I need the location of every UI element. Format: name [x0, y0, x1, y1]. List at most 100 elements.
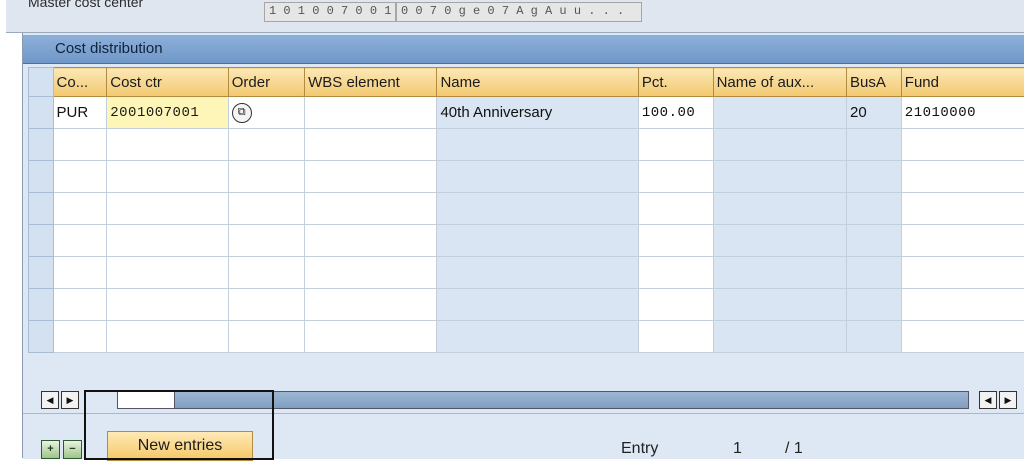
column-header-name-of-aux[interactable]: Name of aux... [712, 67, 848, 97]
empty-cell[interactable] [900, 256, 1024, 289]
horizontal-scrollbar[interactable]: ◀ ▶ ◀ ▶ [41, 390, 1023, 410]
table-header-row: Co... Cost ctr Order WBS element Name Pc… [28, 67, 1024, 97]
column-header-pct[interactable]: Pct. [637, 67, 714, 97]
empty-cell[interactable] [900, 320, 1024, 353]
empty-cell [846, 256, 902, 289]
empty-cell[interactable] [304, 192, 438, 225]
empty-cell[interactable] [304, 288, 438, 321]
row-selector[interactable] [28, 256, 54, 289]
empty-cell[interactable] [52, 128, 108, 161]
empty-cell [712, 288, 848, 321]
empty-cell[interactable] [227, 224, 306, 257]
empty-cell[interactable] [227, 192, 306, 225]
column-header-company[interactable]: Co... [52, 67, 108, 97]
empty-cell [846, 288, 902, 321]
column-header-fund[interactable]: Fund [900, 67, 1024, 97]
insert-row-icon[interactable]: + [41, 440, 60, 459]
row-selector[interactable] [28, 128, 54, 161]
empty-cell[interactable] [52, 160, 108, 193]
empty-cell[interactable] [106, 320, 229, 353]
empty-cell[interactable] [637, 192, 714, 225]
table-row [28, 224, 1024, 257]
empty-cell[interactable] [52, 320, 108, 353]
cost-distribution-panel: Cost distribution Co... Cost ctr Order W… [22, 33, 1024, 461]
empty-cell[interactable] [637, 320, 714, 353]
column-header-cost-ctr[interactable]: Cost ctr [106, 67, 229, 97]
select-all-cell[interactable] [28, 67, 54, 97]
cell-fund[interactable]: 21010000 [900, 96, 1024, 129]
empty-cell[interactable] [106, 192, 229, 225]
empty-cell [846, 192, 902, 225]
delete-row-icon[interactable]: − [63, 440, 82, 459]
scrollbar-track[interactable] [117, 391, 969, 409]
row-selector[interactable] [28, 192, 54, 225]
table-row: PUR 2001007001 ⧉ 40th Anniversary 100.00… [28, 96, 1024, 129]
empty-cell [436, 256, 639, 289]
empty-cell[interactable] [52, 288, 108, 321]
panel-title: Cost distribution [55, 40, 163, 57]
scroll-page-left-icon[interactable]: ◀ [979, 391, 997, 409]
empty-cell[interactable] [900, 224, 1024, 257]
table-footer: + − New entries Entry 1 / 1 [23, 413, 1024, 461]
empty-cell[interactable] [637, 288, 714, 321]
empty-cell[interactable] [304, 224, 438, 257]
empty-cell [712, 128, 848, 161]
empty-cell[interactable] [227, 288, 306, 321]
scroll-page-right-icon[interactable]: ▶ [999, 391, 1017, 409]
empty-cell[interactable] [106, 160, 229, 193]
row-selector[interactable] [28, 288, 54, 321]
row-selector[interactable] [28, 160, 54, 193]
empty-cell[interactable] [227, 128, 306, 161]
empty-cell[interactable] [900, 128, 1024, 161]
new-entries-button[interactable]: New entries [107, 431, 253, 461]
table-row [28, 192, 1024, 225]
empty-cell[interactable] [637, 256, 714, 289]
row-selector[interactable] [28, 96, 54, 129]
empty-cell [846, 160, 902, 193]
empty-cell[interactable] [106, 288, 229, 321]
empty-cell [846, 320, 902, 353]
empty-cell[interactable] [304, 320, 438, 353]
empty-cell[interactable] [304, 160, 438, 193]
empty-cell[interactable] [227, 256, 306, 289]
cell-cost-ctr[interactable]: 2001007001 [106, 96, 229, 129]
column-header-wbs-element[interactable]: WBS element [304, 67, 438, 97]
cell-busa: 20 [846, 96, 902, 129]
scroll-left-icon[interactable]: ◀ [41, 391, 59, 409]
value-help-icon[interactable]: ⧉ [231, 102, 252, 123]
column-header-order[interactable]: Order [227, 67, 306, 97]
empty-cell[interactable] [106, 128, 229, 161]
empty-cell[interactable] [637, 160, 714, 193]
empty-cell[interactable] [304, 128, 438, 161]
empty-cell[interactable] [637, 128, 714, 161]
empty-cell[interactable] [304, 256, 438, 289]
scroll-right-icon[interactable]: ▶ [61, 391, 79, 409]
empty-cell[interactable] [106, 256, 229, 289]
empty-cell[interactable] [106, 224, 229, 257]
entry-label: Entry [621, 440, 659, 457]
cell-name-of-aux [712, 96, 848, 129]
cost-distribution-title-bar: Cost distribution [23, 35, 1024, 64]
empty-cell[interactable] [52, 256, 108, 289]
master-cost-center-field[interactable]: 1 0 1 0 0 7 0 0 1 [264, 2, 396, 22]
empty-cell[interactable] [52, 224, 108, 257]
cell-wbs-element[interactable] [304, 96, 438, 129]
column-header-name[interactable]: Name [436, 67, 639, 97]
empty-cell[interactable] [900, 288, 1024, 321]
table-row [28, 320, 1024, 353]
master-cost-center-label: Master cost center [28, 0, 144, 10]
empty-cell[interactable] [227, 320, 306, 353]
empty-cell[interactable] [52, 192, 108, 225]
cell-pct[interactable]: 100.00 [637, 96, 714, 129]
empty-cell[interactable] [900, 160, 1024, 193]
scrollbar-thumb[interactable] [118, 392, 175, 408]
cell-company[interactable]: PUR [52, 96, 108, 129]
row-selector[interactable] [28, 320, 54, 353]
row-selector[interactable] [28, 224, 54, 257]
empty-cell[interactable] [637, 224, 714, 257]
column-header-busa[interactable]: BusA [846, 67, 902, 97]
empty-cell[interactable] [900, 192, 1024, 225]
empty-cell[interactable] [227, 160, 306, 193]
entry-current: 1 [733, 440, 742, 457]
cell-order[interactable]: ⧉ [227, 96, 306, 129]
